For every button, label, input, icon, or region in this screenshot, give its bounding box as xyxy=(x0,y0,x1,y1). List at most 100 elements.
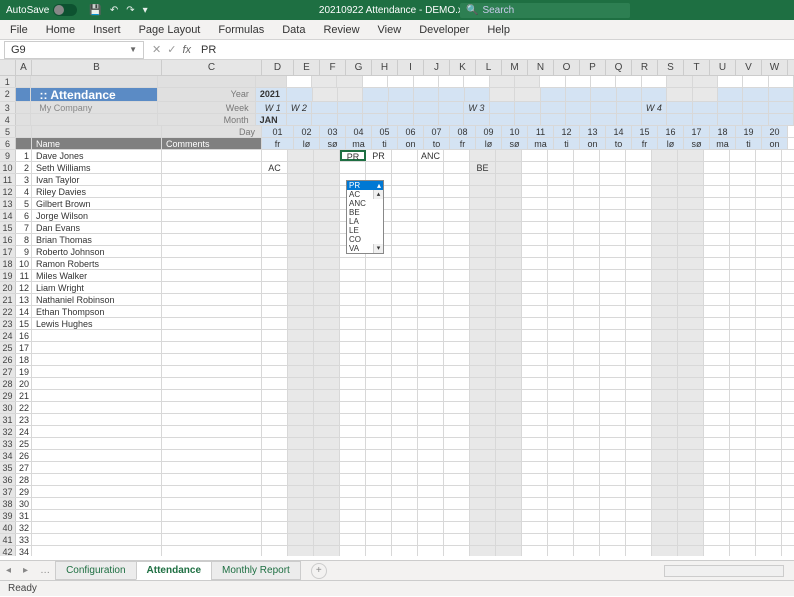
cell[interactable] xyxy=(548,378,574,389)
attendance-cell[interactable] xyxy=(756,282,782,293)
autosave-toggle[interactable]: AutoSave xyxy=(6,4,77,16)
row-header[interactable]: 25 xyxy=(0,342,16,353)
attendance-cell[interactable] xyxy=(262,222,288,233)
cell[interactable] xyxy=(704,414,730,425)
cell[interactable]: 31 xyxy=(16,510,32,521)
attendance-cell[interactable] xyxy=(522,174,548,185)
comments-cell[interactable] xyxy=(162,306,262,317)
attendance-cell[interactable] xyxy=(574,198,600,209)
cell[interactable] xyxy=(444,534,470,545)
attendance-cell[interactable] xyxy=(600,174,626,185)
attendance-cell[interactable] xyxy=(288,282,314,293)
cell[interactable] xyxy=(444,546,470,556)
cell[interactable]: 4 xyxy=(16,186,32,197)
cell[interactable] xyxy=(566,76,591,87)
attendance-cell[interactable] xyxy=(314,282,340,293)
attendance-cell[interactable] xyxy=(470,306,496,317)
cell[interactable] xyxy=(730,330,756,341)
col-R[interactable]: R xyxy=(632,60,658,75)
row-header[interactable]: 13 xyxy=(0,198,16,209)
attendance-cell[interactable] xyxy=(730,246,756,257)
attendance-cell[interactable] xyxy=(366,282,392,293)
cell[interactable] xyxy=(363,88,388,101)
attendance-cell[interactable] xyxy=(756,186,782,197)
dropdown-option[interactable]: BE xyxy=(347,208,383,217)
attendance-cell[interactable] xyxy=(626,186,652,197)
cell[interactable] xyxy=(642,88,667,101)
attendance-cell[interactable] xyxy=(678,246,704,257)
attendance-cell[interactable] xyxy=(314,246,340,257)
attendance-cell[interactable] xyxy=(678,222,704,233)
cell[interactable] xyxy=(652,342,678,353)
cell[interactable] xyxy=(600,414,626,425)
attendance-cell[interactable] xyxy=(704,246,730,257)
cell[interactable] xyxy=(366,474,392,485)
attendance-cell[interactable] xyxy=(652,294,678,305)
cell[interactable] xyxy=(314,498,340,509)
cell[interactable] xyxy=(574,522,600,533)
tab-nav-more[interactable]: … xyxy=(34,565,56,576)
attendance-cell[interactable] xyxy=(470,282,496,293)
comments-cell[interactable] xyxy=(162,222,262,233)
attendance-cell[interactable] xyxy=(678,186,704,197)
attendance-cell[interactable] xyxy=(600,222,626,233)
cell[interactable] xyxy=(496,462,522,473)
cell[interactable] xyxy=(678,414,704,425)
row-header[interactable]: 20 xyxy=(0,282,16,293)
cell[interactable] xyxy=(600,354,626,365)
cell[interactable] xyxy=(262,366,288,377)
comments-cell[interactable] xyxy=(162,234,262,245)
cell[interactable]: 22 xyxy=(16,402,32,413)
attendance-cell[interactable] xyxy=(522,198,548,209)
attendance-cell[interactable] xyxy=(288,246,314,257)
formula-bar[interactable]: PR xyxy=(201,44,216,56)
attendance-cell[interactable] xyxy=(704,270,730,281)
row-header[interactable]: 6 xyxy=(0,138,16,149)
attendance-cell[interactable]: PR xyxy=(340,150,366,161)
cell[interactable] xyxy=(366,342,392,353)
cell[interactable] xyxy=(522,438,548,449)
attendance-cell[interactable] xyxy=(600,246,626,257)
attendance-cell[interactable] xyxy=(548,294,574,305)
attendance-cell[interactable] xyxy=(730,174,756,185)
cell[interactable] xyxy=(388,114,413,125)
attendance-cell[interactable] xyxy=(340,306,366,317)
chevron-down-icon[interactable]: ▼ xyxy=(129,45,137,54)
attendance-cell[interactable] xyxy=(392,282,418,293)
attendance-cell[interactable] xyxy=(288,306,314,317)
cell[interactable]: 26 xyxy=(16,450,32,461)
cell[interactable] xyxy=(652,414,678,425)
row-header[interactable]: 40 xyxy=(0,522,16,533)
attendance-cell[interactable] xyxy=(392,210,418,221)
attendance-cell[interactable] xyxy=(574,258,600,269)
cell[interactable] xyxy=(340,378,366,389)
attendance-cell[interactable] xyxy=(704,234,730,245)
attendance-cell[interactable] xyxy=(652,306,678,317)
cell[interactable]: 3 xyxy=(16,174,32,185)
cell[interactable] xyxy=(288,462,314,473)
cell[interactable] xyxy=(444,498,470,509)
cell[interactable] xyxy=(574,354,600,365)
attendance-cell[interactable] xyxy=(704,294,730,305)
attendance-cell[interactable] xyxy=(730,234,756,245)
attendance-cell[interactable] xyxy=(678,306,704,317)
attendance-cell[interactable] xyxy=(470,234,496,245)
col-Q[interactable]: Q xyxy=(606,60,632,75)
cell[interactable] xyxy=(548,342,574,353)
cell[interactable] xyxy=(496,378,522,389)
row-header[interactable]: 1 xyxy=(0,76,16,87)
cell[interactable] xyxy=(392,402,418,413)
attendance-cell[interactable] xyxy=(470,294,496,305)
tab-review[interactable]: Review xyxy=(323,24,359,36)
cell[interactable] xyxy=(470,414,496,425)
cell[interactable] xyxy=(600,402,626,413)
cell[interactable] xyxy=(574,450,600,461)
cell[interactable] xyxy=(418,486,444,497)
attendance-cell[interactable] xyxy=(496,210,522,221)
cell[interactable] xyxy=(678,450,704,461)
attendance-cell[interactable] xyxy=(574,246,600,257)
cell[interactable] xyxy=(314,414,340,425)
attendance-cell[interactable] xyxy=(730,198,756,209)
cell[interactable] xyxy=(548,366,574,377)
cell[interactable]: 33 xyxy=(16,534,32,545)
